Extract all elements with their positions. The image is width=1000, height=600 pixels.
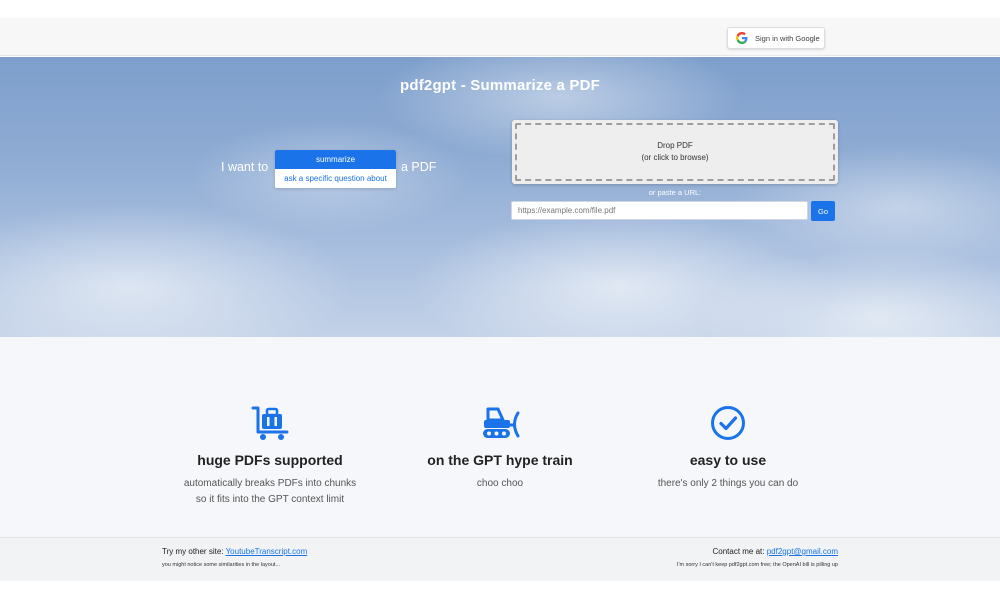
feature-title: on the GPT hype train xyxy=(427,452,573,468)
pdf-url-input[interactable] xyxy=(511,201,808,220)
i-want-to-label: I want to xyxy=(221,160,269,174)
top-bar: Sign in with Google xyxy=(0,18,1000,56)
feature-description: automatically breaks PDFs into chunks so… xyxy=(183,478,357,505)
contact-line: Contact me at: pdf2gpt@gmail.com xyxy=(712,547,838,556)
a-pdf-label: a PDF xyxy=(401,160,437,174)
google-signin-button[interactable]: Sign in with Google xyxy=(727,27,825,49)
contact-email-link[interactable]: pdf2gpt@gmail.com xyxy=(767,547,838,556)
page: Sign in with Google pdf2gpt - Summarize … xyxy=(0,0,1000,600)
dropzone-title: Drop PDF xyxy=(657,141,693,150)
dropzone-border: Drop PDF (or click to browse) xyxy=(515,123,835,181)
go-button[interactable]: Go xyxy=(811,201,835,221)
option-ask-question[interactable]: ask a specific question about xyxy=(275,169,396,188)
google-signin-label: Sign in with Google xyxy=(755,33,820,43)
other-site-note: you might notice some similarities in th… xyxy=(162,562,280,568)
dropzone-subtitle: (or click to browse) xyxy=(641,153,709,162)
feature-title: easy to use xyxy=(689,452,767,468)
mode-selector: summarize ask a specific question about xyxy=(275,150,396,188)
or-paste-label: or paste a URL: xyxy=(648,188,702,197)
feature-description: there's only 2 things you can do xyxy=(657,478,799,489)
snowplow-train-icon xyxy=(483,407,520,438)
check-circle-icon xyxy=(711,406,745,440)
youtubetranscript-link[interactable]: YoutubeTranscript.com xyxy=(226,547,308,556)
luggage-cart-icon xyxy=(251,406,289,440)
apology-note: I'm sorry I can't keep pdf2gpt.com free;… xyxy=(676,562,838,568)
hero-section: pdf2gpt - Summarize a PDF I want to summ… xyxy=(0,57,1000,337)
feature-title: huge PDFs supported xyxy=(197,452,343,468)
other-site-line: Try my other site: YoutubeTranscript.com xyxy=(162,547,307,556)
contact-prefix: Contact me at: xyxy=(712,547,765,556)
page-title: pdf2gpt - Summarize a PDF xyxy=(399,77,601,94)
footer: Try my other site: YoutubeTranscript.com… xyxy=(0,537,1000,581)
pdf-dropzone[interactable]: Drop PDF (or click to browse) xyxy=(512,120,838,184)
other-site-prefix: Try my other site: xyxy=(162,547,224,556)
option-summarize[interactable]: summarize xyxy=(275,150,396,169)
feature-description: choo choo xyxy=(476,478,524,489)
features-section: huge PDFs supported automatically breaks… xyxy=(0,337,1000,537)
google-icon xyxy=(736,32,748,44)
